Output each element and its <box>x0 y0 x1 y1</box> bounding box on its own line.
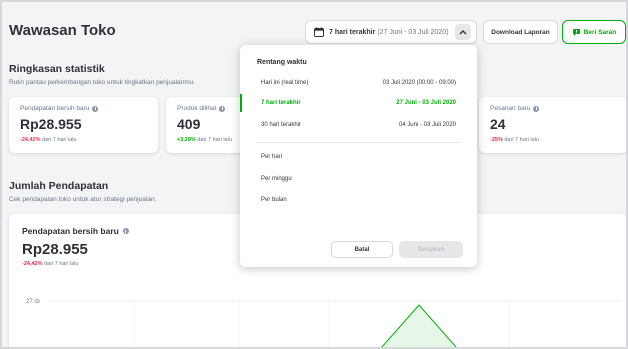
apply-button[interactable]: Terapkan <box>399 241 463 258</box>
info-icon[interactable] <box>219 105 226 112</box>
option-per-day[interactable]: Per hari <box>240 148 477 166</box>
page-title: Wawasan Toko <box>9 22 116 39</box>
info-icon[interactable] <box>533 105 540 112</box>
app-frame: Wawasan Toko 7 hari terakhir (27 Juni - … <box>0 0 628 349</box>
summary-title: Ringkasan statistik <box>9 63 105 75</box>
option-label: Per bulan <box>261 197 287 203</box>
option-label: Per hari <box>261 154 283 160</box>
option-label: 30 hari terakhir <box>261 122 302 128</box>
option-label: Hari ini (real time) <box>261 80 309 86</box>
stat-label: Pesanan baru <box>490 105 531 112</box>
stat-value: 409 <box>177 116 201 132</box>
info-icon[interactable] <box>92 105 99 112</box>
date-range-label: 7 hari terakhir <box>329 28 376 36</box>
stat-value: 24 <box>490 116 506 132</box>
option-range: 03 Juli 2020 (00:00 - 09:00) <box>382 80 456 86</box>
y-tick-label: 27 rb <box>26 299 40 305</box>
option-per-week[interactable]: Per minggu <box>240 170 477 188</box>
income-title: Jumlah Pendapatan <box>9 180 109 192</box>
dropdown-divider <box>257 142 460 143</box>
feedback-label: Beri Saran <box>583 28 617 36</box>
download-report-button[interactable]: Download Laporan <box>483 20 558 44</box>
income-card-value: Rp28.955 <box>22 241 88 258</box>
chevron-up-icon[interactable] <box>455 24 471 40</box>
income-card-change: -24,42% <box>22 261 43 267</box>
income-area <box>381 305 457 347</box>
option-label: 7 hari terakhir <box>261 100 301 106</box>
dropdown-title: Rentang waktu <box>257 59 307 66</box>
stat-card-income[interactable]: Pendapatan bersih baru Rp28.955 -24,42% … <box>9 97 158 153</box>
stat-label: Produk dilihat <box>177 105 217 112</box>
feedback-button[interactable]: Beri Saran <box>562 20 626 44</box>
calendar-icon <box>314 27 324 37</box>
date-range-dates: (27 Juni - 03 Juli 2020) <box>377 28 449 36</box>
date-range-dropdown: Rentang waktu Hari ini (real time) 03 Ju… <box>240 45 477 267</box>
income-chart: 27 rb <box>26 299 621 347</box>
info-icon[interactable] <box>122 228 129 234</box>
income-card-label: Pendapatan bersih baru <box>22 226 119 236</box>
option-30-days[interactable]: 30 hari terakhir 04 Juni - 03 Juli 2020 <box>240 116 477 134</box>
summary-subtitle: Rutin pantau perkembangan toko untuk tin… <box>9 79 196 86</box>
stat-change: +3,28% <box>177 137 196 143</box>
stat-value: Rp28.955 <box>20 116 82 132</box>
option-today[interactable]: Hari ini (real time) 03 Juli 2020 (00:00… <box>240 74 477 92</box>
date-range-button[interactable]: 7 hari terakhir (27 Juni - 03 Juli 2020) <box>305 20 477 44</box>
feedback-icon <box>572 28 580 36</box>
cancel-button[interactable]: Batal <box>331 241 393 258</box>
option-label: Per minggu <box>261 176 292 182</box>
stat-change-suffix: dari 7 hari lalu <box>504 137 539 143</box>
option-7-days[interactable]: 7 hari terakhir 27 Juni - 03 Juli 2020 <box>240 94 477 112</box>
option-per-month[interactable]: Per bulan <box>240 191 477 209</box>
stat-change: -25% <box>490 137 503 143</box>
option-range: 04 Juni - 03 Juli 2020 <box>398 122 456 128</box>
option-range: 27 Juni - 03 Juli 2020 <box>396 100 456 106</box>
stat-change-suffix: dari 7 hari lalu <box>42 137 77 143</box>
stat-change: -24,42% <box>20 137 41 143</box>
stat-card-orders[interactable]: Pesanan baru 24 -25% dari 7 hari lalu <box>479 97 626 153</box>
stat-change-suffix: dari 7 hari lalu <box>197 137 232 143</box>
income-subtitle: Cek pendapatan toko untuk atur strategi … <box>9 196 157 203</box>
stat-label: Pendapatan bersih baru <box>20 105 90 112</box>
income-card-change-suffix: dari 7 hari lalu <box>44 261 79 267</box>
